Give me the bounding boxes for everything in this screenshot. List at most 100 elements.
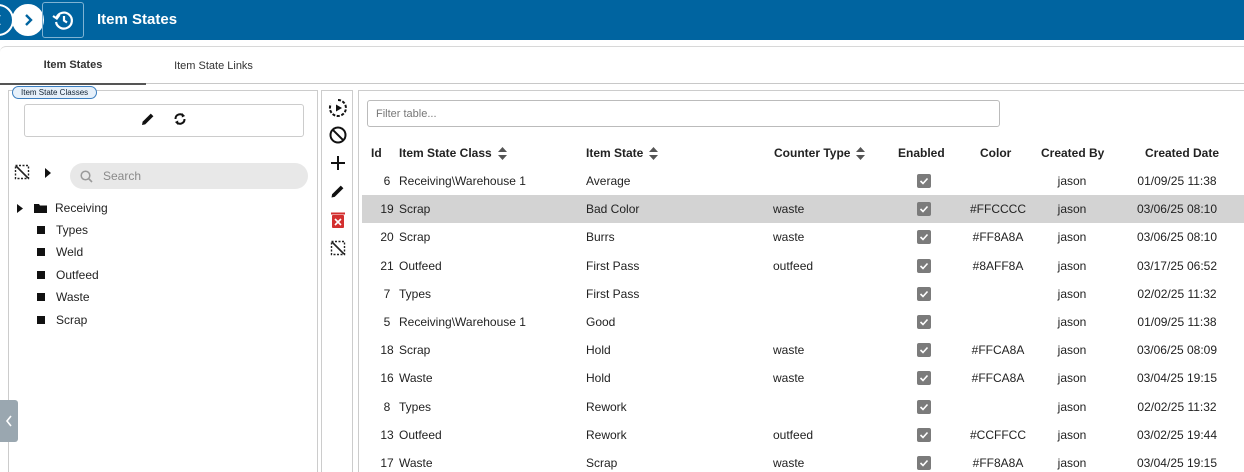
cell-item-state-class: Types [399,286,432,301]
column-header-enabled[interactable]: Enabled [898,146,945,160]
history-button[interactable] [47,4,79,36]
table-row[interactable]: 7 Types First Pass jason 02/02/25 11:32 [362,280,1244,308]
column-header-created-by[interactable]: Created By [1041,146,1104,160]
column-header-label: Id [371,146,382,160]
table-row[interactable]: 5 Receiving\Warehouse 1 Good jason 01/09/25 … [362,308,1244,336]
cell-created-by: jason [1057,343,1087,358]
table-row[interactable]: 8 Types Rework jason 02/02/25 11:32 [362,393,1244,421]
top-bar: Item States [0,0,1244,40]
tab-item-states[interactable]: Item States [0,47,146,85]
cell-color [962,167,1034,195]
cell-color: #FFCCCC [970,202,1026,217]
check-icon [919,403,929,411]
table-row[interactable]: 20 Scrap Burrs waste #FF8A8A jason 03/06/25 08… [362,223,1244,251]
tree-item-label: Types [56,223,89,237]
page-title: Item States [97,11,178,28]
table-row[interactable]: 18 Scrap Hold waste #FFCA8A jason 03/06/25 08:… [362,336,1244,364]
enabled-checkbox[interactable] [917,371,931,386]
edit-class-button[interactable] [139,110,157,131]
tree-item-weld[interactable]: Weld [37,242,83,262]
forward-button[interactable] [12,4,44,36]
tree-item-label: Receiving [55,201,108,215]
disable-button[interactable] [327,124,349,146]
filter-table-input[interactable] [367,100,1000,127]
tree-item-outfeed[interactable]: Outfeed [37,265,99,285]
column-header-label: Created Date [1145,146,1220,160]
item-state-classes-badge: Item State Classes [12,86,98,99]
history-icon [52,11,73,30]
cell-item-state: First Pass [586,286,640,301]
cell-counter-type: waste [773,343,805,358]
enabled-checkbox[interactable] [917,286,931,301]
column-header-item-state[interactable]: Item State [586,146,659,160]
chevron-left-icon [5,415,12,427]
cell-id: 16 [380,371,394,386]
check-icon [919,234,929,242]
cell-created-by: jason [1057,371,1087,386]
search-input[interactable] [103,169,283,183]
add-button[interactable] [327,152,349,174]
tree-item-scrap[interactable]: Scrap [37,310,87,330]
enabled-checkbox[interactable] [917,202,931,217]
edit-button[interactable] [327,180,349,202]
tree-item-waste[interactable]: Waste [37,287,90,307]
column-header-counter-type[interactable]: Counter Type [774,146,866,160]
enabled-checkbox[interactable] [917,456,931,470]
pencil-icon [142,113,154,125]
cell-counter-type: waste [773,371,805,386]
cell-counter-type: outfeed [773,258,814,273]
caret-right-icon [45,167,51,178]
cell-id: 7 [383,286,391,301]
enabled-checkbox[interactable] [917,399,931,414]
column-header-id[interactable]: Id [371,146,382,160]
table-row[interactable]: 19 Scrap Bad Color waste #FFCCCC jason 03/06/2… [362,195,1244,224]
table-row[interactable]: 16 Waste Hold waste #FFCA8A jason 03/04/25 19:… [362,364,1244,392]
cell-item-state: First Pass [586,258,640,273]
search-icon [80,169,93,183]
cell-id: 18 [380,343,394,358]
column-header-item-state-class[interactable]: Item State Class [399,146,507,160]
column-header-color[interactable]: Color [980,146,1011,160]
column-header-label: Created By [1041,146,1105,160]
check-icon [919,431,929,439]
tree-item-types[interactable]: Types [37,220,88,240]
refresh-button[interactable] [171,110,189,131]
column-header-created-date[interactable]: Created Date [1145,146,1219,160]
deselect-all-button[interactable] [14,164,30,183]
tree-item-receiving[interactable]: Receiving [17,198,108,218]
tab-item-state-links[interactable]: Item State Links [146,47,281,85]
enabled-checkbox[interactable] [917,230,931,245]
sort-icon [856,146,866,160]
tree-tools [14,164,52,183]
table-row[interactable]: 6 Receiving\Warehouse 1 Average jason 01/09/… [362,167,1244,195]
table-row[interactable]: 13 Outfeed Rework outfeed #CCFFCC jason 03/02/… [362,421,1244,449]
enabled-checkbox[interactable] [917,174,931,188]
table-row[interactable]: 21 Outfeed First Pass outfeed #8AFF8A jason 03… [362,252,1244,280]
activate-button[interactable] [327,97,349,119]
cell-item-state-class: Waste [399,456,433,470]
cell-created-date: 02/02/25 11:32 [1137,286,1217,301]
square-bullet-icon [37,293,45,301]
expand-all-button[interactable] [44,167,52,181]
enabled-checkbox[interactable] [917,315,931,329]
cell-item-state-class: Receiving\Warehouse 1 [399,315,526,329]
delete-button[interactable] [327,209,349,231]
cell-created-date: 03/17/25 06:52 [1136,258,1218,273]
cell-created-date: 02/02/25 11:32 [1137,399,1217,414]
cell-color [962,393,1034,421]
collapse-panel-handle[interactable] [0,400,18,442]
table-row[interactable]: 17 Waste Scrap waste #FF8A8A jason 03/04/25 19… [362,449,1244,472]
enabled-checkbox[interactable] [917,258,931,273]
deselect-rows-button[interactable] [327,237,349,259]
deselect-icon [14,164,30,180]
enabled-checkbox[interactable] [917,343,931,358]
cell-item-state: Burrs [586,230,615,245]
enabled-checkbox[interactable] [917,427,931,442]
deselect-icon [330,240,346,256]
folder-icon [34,204,47,213]
cell-color: #FF8A8A [972,456,1024,470]
tree-search [70,163,308,189]
tree-item-label: Waste [56,290,90,304]
cell-item-state-class: Scrap [399,202,431,217]
caret-right-icon [17,203,23,213]
